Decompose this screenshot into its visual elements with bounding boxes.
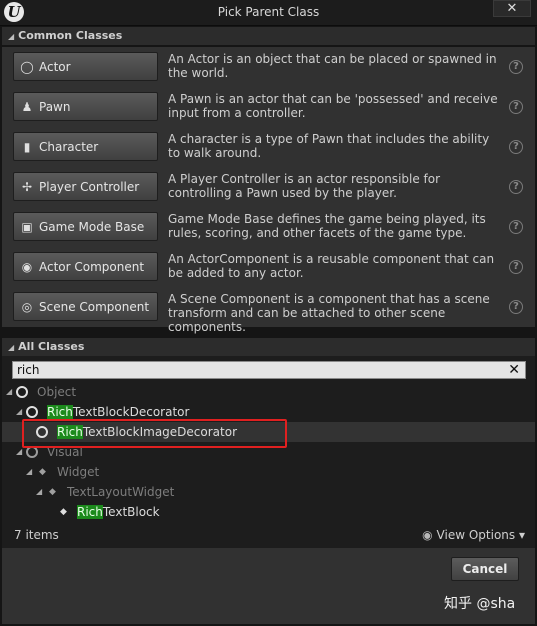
expand-triangle-icon[interactable]: ◢ [16,402,22,422]
class-description: An Actor is an object that can be placed… [168,52,497,80]
tree-row-textlayoutwidget[interactable]: ◢ ◆ TextLayoutWidget [2,482,535,502]
game-mode-icon: ▣ [21,220,33,234]
class-row-pawn: ♟ Pawn A Pawn is an actor that can be 'p… [2,87,535,127]
search-match-highlight: Rich [47,405,73,419]
class-button-label: Scene Component [39,300,150,314]
eye-icon: ◉ [422,528,433,542]
all-classes-header[interactable]: ◢ All Classes [2,338,535,356]
view-options-label: View Options [436,528,516,542]
selection-annotation-box [22,419,287,448]
search-match-highlight: Rich [77,505,103,519]
cancel-button[interactable]: Cancel [451,557,519,581]
class-button-label: Actor [39,60,71,74]
class-row-actor: ◯ Actor An Actor is an object that can b… [2,47,535,87]
tree-row-object[interactable]: ◢ Object [2,382,535,402]
class-description: An ActorComponent is a reusable componen… [168,252,495,280]
help-icon[interactable]: ? [509,60,523,74]
tree-row-widget[interactable]: ◢ ◆ Widget [2,462,535,482]
help-icon[interactable]: ? [509,180,523,194]
close-button[interactable]: ✕ [493,0,531,17]
character-icon: ▮ [23,140,31,154]
class-button-label: Character [39,140,99,154]
class-button-label: Pawn [39,100,71,114]
class-description: A Player Controller is an actor responsi… [168,172,441,200]
common-classes-header[interactable]: ◢ Common Classes [2,27,535,45]
class-button-label: Actor Component [39,260,145,274]
class-dot-icon: ◆ [60,507,67,517]
help-icon[interactable]: ? [509,300,523,314]
game-mode-base-button[interactable]: ▣ Game Mode Base [13,212,158,241]
scene-component-icon: ◎ [21,300,33,314]
expand-triangle-icon[interactable]: ◢ [26,462,32,482]
class-row-player-controller: ✢ Player Controller A Player Controller … [2,167,535,207]
controller-icon: ✢ [21,180,33,194]
all-classes-title: All Classes [18,340,85,353]
window-title: Pick Parent Class [217,5,320,19]
player-controller-button[interactable]: ✢ Player Controller [13,172,158,201]
search-input[interactable]: rich ✕ [12,361,526,379]
common-classes-panel: ◯ Actor An Actor is an object that can b… [2,47,535,334]
pawn-icon: ♟ [21,100,33,114]
all-classes-panel: rich ✕ ◢ Object ◢ RichTextBlockDecorator… [2,356,535,548]
class-button-label: Game Mode Base [39,220,145,234]
view-options-button[interactable]: ◉ View Options ▾ [422,528,525,542]
collapse-triangle-icon: ◢ [8,343,15,352]
tree-label: Widget [57,465,100,479]
class-row-scene-component: ◎ Scene Component A Scene Component is a… [2,287,535,334]
actor-button[interactable]: ◯ Actor [13,52,158,81]
component-icon: ◉ [21,260,33,274]
class-row-character: ▮ Character A character is a type of Paw… [2,127,535,167]
collapse-triangle-icon: ◢ [8,32,15,41]
pawn-button[interactable]: ♟ Pawn [13,92,158,121]
class-description: A character is a type of Pawn that inclu… [168,132,490,160]
class-description: Game Mode Base defines the game being pl… [168,212,486,240]
class-description: A Pawn is an actor that can be 'possesse… [168,92,498,120]
class-dot-icon: ◆ [49,487,56,497]
character-button[interactable]: ▮ Character [13,132,158,161]
dialog-footer: Cancel 知乎 @sha [2,548,535,624]
search-input-value: rich [17,363,40,377]
clear-search-icon[interactable]: ✕ [508,362,520,378]
items-count: 7 items [14,528,59,542]
scene-component-button[interactable]: ◎ Scene Component [13,292,158,321]
help-icon[interactable]: ? [509,140,523,154]
class-description: A Scene Component is a component that ha… [168,292,490,334]
class-button-label: Player Controller [39,180,140,194]
class-dot-icon: ◆ [39,467,46,477]
expand-triangle-icon[interactable]: ◢ [6,382,12,402]
sphere-icon: ◯ [20,60,34,74]
title-bar: U Pick Parent Class ✕ [0,0,537,26]
tree-label: TextLayoutWidget [67,485,175,499]
actor-component-button[interactable]: ◉ Actor Component [13,252,158,281]
class-ring-icon [16,386,28,398]
help-icon[interactable]: ? [509,260,523,274]
tree-label: RichTextBlock [77,505,160,519]
common-classes-title: Common Classes [18,29,123,42]
tree-label: Object [37,385,77,399]
chevron-down-icon: ▾ [518,528,525,542]
help-icon[interactable]: ? [509,220,523,234]
help-icon[interactable]: ? [509,100,523,114]
class-row-game-mode-base: ▣ Game Mode Base Game Mode Base defines … [2,207,535,247]
expand-triangle-icon[interactable]: ◢ [36,482,42,502]
watermark: 知乎 @sha [444,596,516,612]
class-ring-icon [26,406,38,418]
tree-row-richtextblock[interactable]: ◆ RichTextBlock [2,502,535,522]
class-row-actor-component: ◉ Actor Component An ActorComponent is a… [2,247,535,287]
